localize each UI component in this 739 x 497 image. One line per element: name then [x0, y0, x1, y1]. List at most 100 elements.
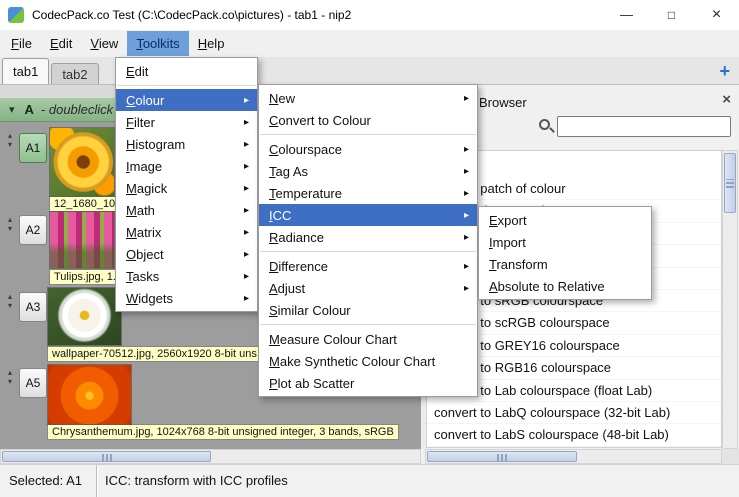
menu-item-similar-colour[interactable]: Similar Colour: [259, 299, 477, 321]
menu-item-math[interactable]: Math▸: [116, 199, 257, 221]
menu-item-object[interactable]: Object▸: [116, 243, 257, 265]
browser-row[interactable]: convert to LabQ colourspace (32-bit Lab): [427, 402, 721, 424]
submenu-arrow-icon: ▸: [452, 166, 469, 177]
menu-item-colourspace[interactable]: Colourspace▸: [259, 138, 477, 160]
column-label: A: [25, 102, 34, 117]
menu-item-make-synthetic-colour-chart[interactable]: Make Synthetic Colour Chart: [259, 350, 477, 372]
row-button-a2[interactable]: A2: [19, 215, 47, 245]
thumbnail-a2[interactable]: [50, 212, 114, 268]
menu-item-tag-as[interactable]: Tag As▸: [259, 160, 477, 182]
menu-item-measure-colour-chart[interactable]: Measure Colour Chart: [259, 328, 477, 350]
window-controls: — □ ×: [604, 0, 739, 30]
close-button[interactable]: ×: [694, 0, 739, 30]
menu-item-new[interactable]: New▸: [259, 87, 477, 109]
menubar-help[interactable]: Help: [189, 31, 234, 56]
menu-item-export[interactable]: Export: [479, 209, 651, 231]
close-panel-icon[interactable]: ×: [722, 91, 731, 108]
menu-item-histogram[interactable]: Histogram▸: [116, 133, 257, 155]
menu-item-convert-to-colour[interactable]: Convert to Colour: [259, 109, 477, 131]
menubar-view[interactable]: View: [81, 31, 127, 56]
submenu-arrow-icon: ▸: [232, 293, 249, 304]
menu-item-difference[interactable]: Difference▸: [259, 255, 477, 277]
caption-a3: wallpaper-70512.jpg, 2560x1920 8-bit uns…: [48, 347, 270, 361]
maximize-button[interactable]: □: [649, 0, 694, 30]
thumbnail-a5[interactable]: [48, 365, 131, 424]
menubar-file[interactable]: File: [2, 31, 41, 56]
submenu-arrow-icon: ▸: [232, 205, 249, 216]
nip2-window: CodecPack.co Test (C:\CodecPack.co\pictu…: [0, 0, 739, 497]
row-up-icon[interactable]: ▴: [8, 131, 12, 140]
tab-tab1[interactable]: tab1: [2, 58, 49, 84]
scrollbar-corner: [722, 449, 739, 464]
submenu-arrow-icon: ▸: [452, 232, 469, 243]
menu-separator: [260, 251, 476, 252]
menu-item-temperature[interactable]: Temperature▸: [259, 182, 477, 204]
menu-item-transform[interactable]: Transform: [479, 253, 651, 275]
row-down-icon[interactable]: ▾: [8, 224, 12, 233]
status-selected: Selected: A1: [0, 465, 97, 497]
menu-item-radiance[interactable]: Radiance▸: [259, 226, 477, 248]
collapse-column-icon[interactable]: ▾: [9, 103, 15, 116]
search-icon: [539, 119, 550, 130]
submenu-arrow-icon: ▸: [232, 95, 249, 106]
row-button-a1[interactable]: A1: [19, 133, 47, 163]
menu-item-plot-ab-scatter[interactable]: Plot ab Scatter: [259, 372, 477, 394]
row-down-icon[interactable]: ▾: [8, 301, 12, 310]
submenu-arrow-icon: ▸: [232, 227, 249, 238]
submenu-arrow-icon: ▸: [232, 249, 249, 260]
browser-vscrollbar[interactable]: [722, 150, 738, 449]
thumbnail-a3[interactable]: [48, 288, 121, 345]
row-up-icon[interactable]: ▴: [8, 368, 12, 377]
row-up-icon[interactable]: ▴: [8, 292, 12, 301]
menu-bar: File Edit View Toolkits Help: [0, 30, 739, 57]
row-up-icon[interactable]: ▴: [8, 215, 12, 224]
thumbnail-a1[interactable]: [50, 128, 114, 196]
row-down-icon[interactable]: ▾: [8, 140, 12, 149]
submenu-arrow-icon: ▸: [452, 210, 469, 221]
menu-item-magick[interactable]: Magick▸: [116, 177, 257, 199]
menu-item-absolute-to-relative[interactable]: Absolute to Relative: [479, 275, 651, 297]
menu-separator: [117, 85, 256, 86]
workspace-hscrollbar[interactable]: [0, 449, 421, 464]
menubar-toolkits[interactable]: Toolkits: [127, 31, 188, 56]
menu-item-filter[interactable]: Filter▸: [116, 111, 257, 133]
row-reorder-a2: ▴ ▾: [4, 215, 16, 233]
title-bar: CodecPack.co Test (C:\CodecPack.co\pictu…: [0, 0, 739, 30]
menu-item-edit[interactable]: Edit: [116, 60, 257, 82]
submenu-arrow-icon: ▸: [452, 188, 469, 199]
menu-item-tasks[interactable]: Tasks▸: [116, 265, 257, 287]
submenu-arrow-icon: ▸: [452, 261, 469, 272]
browser-hscrollbar[interactable]: [425, 449, 722, 464]
menu-item-colour[interactable]: Colour▸: [116, 89, 257, 111]
toolkits-menu: Edit Colour▸ Filter▸ Histogram▸ Image▸ M…: [115, 57, 258, 312]
search-input[interactable]: [557, 116, 731, 137]
tab-bar: tab1 tab2 +: [0, 57, 739, 85]
window-title: CodecPack.co Test (C:\CodecPack.co\pictu…: [32, 0, 351, 30]
browser-vscrollbar-thumb[interactable]: [724, 153, 736, 213]
menubar-edit[interactable]: Edit: [41, 31, 81, 56]
browser-hscrollbar-thumb[interactable]: [427, 451, 577, 462]
submenu-arrow-icon: ▸: [452, 283, 469, 294]
add-tab-icon[interactable]: +: [719, 61, 730, 81]
menu-item-matrix[interactable]: Matrix▸: [116, 221, 257, 243]
row-reorder-a3: ▴ ▾: [4, 292, 16, 310]
tab-tab2[interactable]: tab2: [51, 63, 98, 84]
minimize-button[interactable]: —: [604, 0, 649, 30]
row-button-a5[interactable]: A5: [19, 368, 47, 398]
menu-item-import[interactable]: Import: [479, 231, 651, 253]
menu-item-widgets[interactable]: Widgets▸: [116, 287, 257, 309]
row-down-icon[interactable]: ▾: [8, 377, 12, 386]
menu-separator: [260, 134, 476, 135]
menu-item-image[interactable]: Image▸: [116, 155, 257, 177]
row-reorder-a5: ▴ ▾: [4, 368, 16, 386]
submenu-arrow-icon: ▸: [232, 117, 249, 128]
browser-row[interactable]: convert to LabS colourspace (48-bit Lab): [427, 424, 721, 446]
menu-item-adjust[interactable]: Adjust▸: [259, 277, 477, 299]
submenu-arrow-icon: ▸: [232, 183, 249, 194]
submenu-arrow-icon: ▸: [232, 161, 249, 172]
workspace-hscrollbar-thumb[interactable]: [2, 451, 211, 462]
row-button-a3[interactable]: A3: [19, 292, 47, 322]
browser-title: Browser: [479, 95, 527, 110]
menu-item-icc[interactable]: ICC▸: [259, 204, 477, 226]
menu-separator: [260, 324, 476, 325]
